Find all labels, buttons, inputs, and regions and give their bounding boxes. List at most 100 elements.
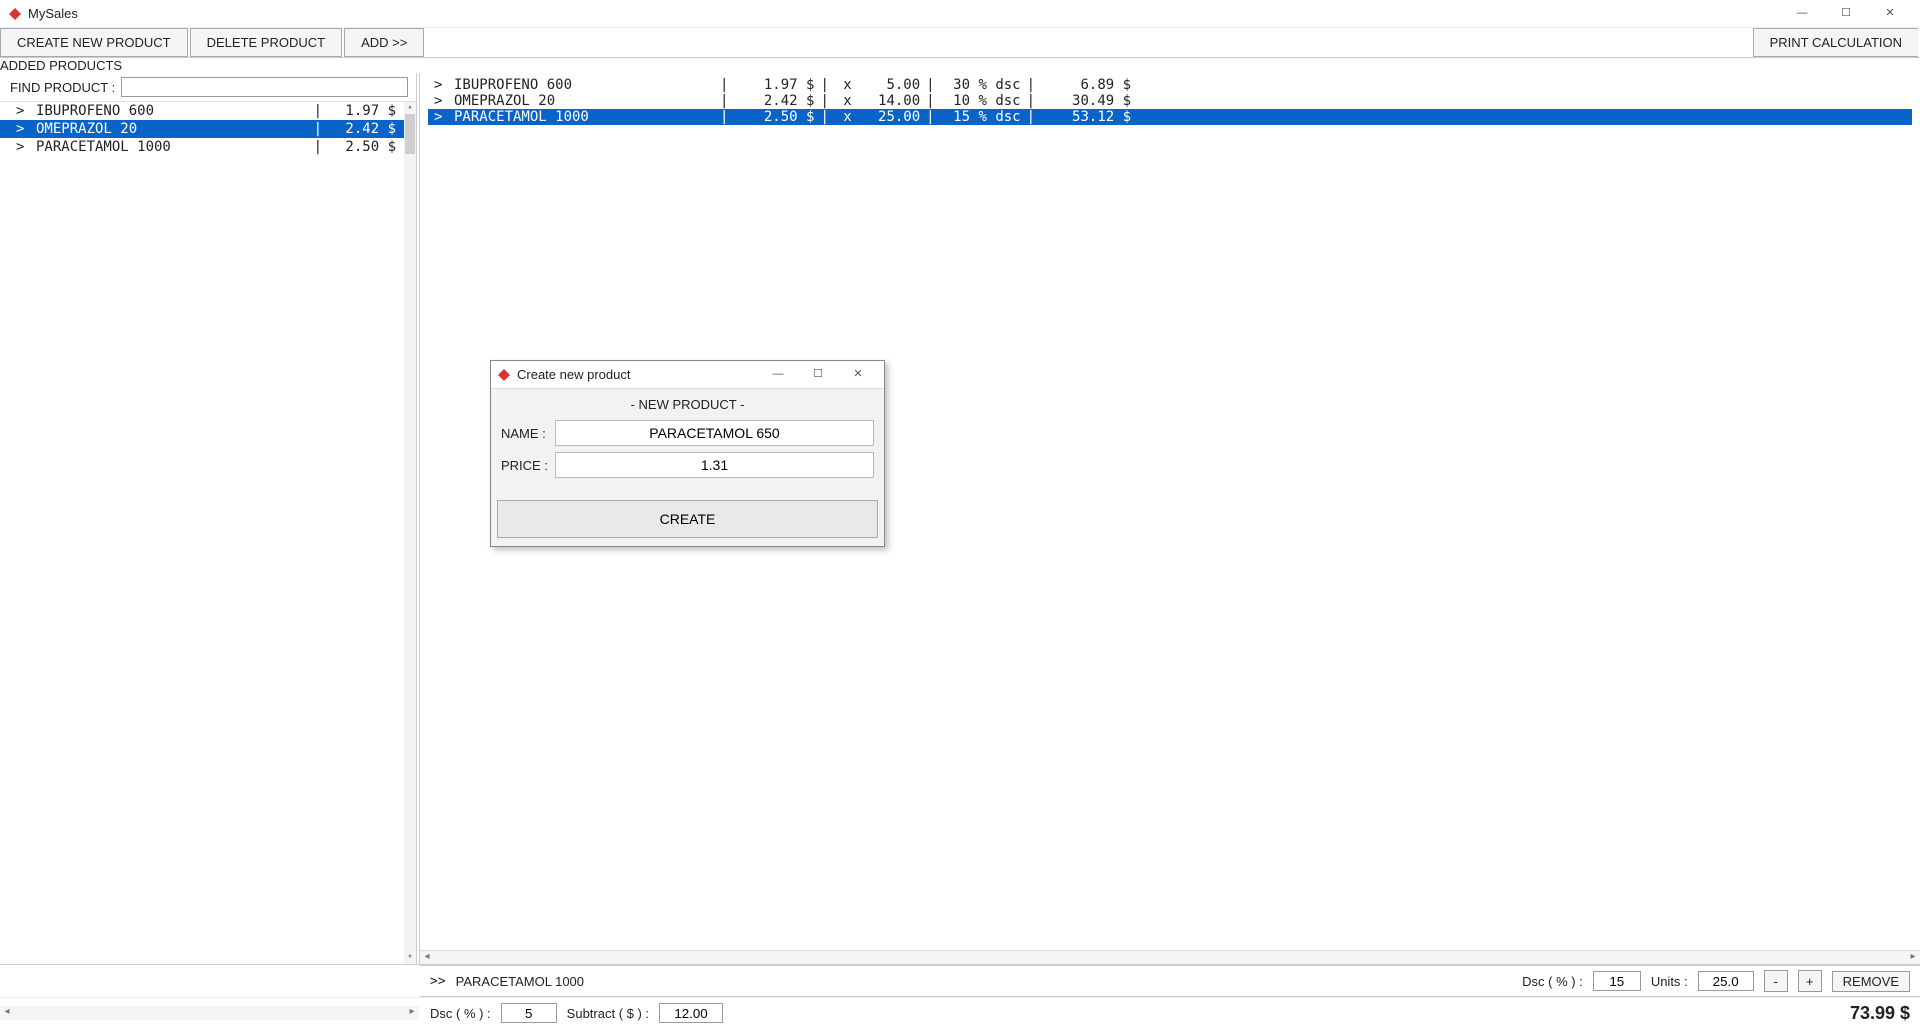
button-label: ADD >> <box>361 35 407 50</box>
print-calculation-button[interactable]: PRINT CALCULATION <box>1753 28 1918 57</box>
window-close-button[interactable]: ✕ <box>1868 0 1912 28</box>
dialog-maximize-button[interactable]: ☐ <box>798 361 838 389</box>
separator: | <box>714 93 734 109</box>
maximize-icon: ☐ <box>813 369 823 380</box>
app-icon <box>8 7 22 21</box>
scroll-right-icon: ▸ <box>1906 951 1920 964</box>
multiply-icon: x <box>835 93 860 109</box>
close-icon: ✕ <box>1885 8 1894 19</box>
row-marker: > <box>434 77 454 93</box>
subtract-input[interactable] <box>659 1003 723 1023</box>
units-increment-button[interactable]: + <box>1798 970 1822 992</box>
button-label: PRINT CALCULATION <box>1770 35 1902 50</box>
added-products-hscroll[interactable]: ◂ ▸ <box>420 950 1920 964</box>
dialog-titlebar: Create new product — ☐ ✕ <box>491 361 884 389</box>
button-label: REMOVE <box>1843 974 1899 989</box>
product-price: 1.97 $ <box>326 103 396 119</box>
button-label: DELETE PRODUCT <box>207 35 325 50</box>
add-product-button[interactable]: ADD >> <box>344 28 424 57</box>
app-icon <box>497 368 511 382</box>
scroll-up-icon: ▴ <box>404 102 416 114</box>
added-price: 1.97 $ <box>734 77 814 93</box>
scroll-left-icon: ◂ <box>0 1006 14 1020</box>
product-list[interactable]: >IBUPROFENO 600|1.97 $>OMEPRAZOL 20|2.42… <box>0 101 416 964</box>
new-product-price-input[interactable] <box>555 452 874 478</box>
units-input[interactable] <box>1698 971 1754 991</box>
added-discount: 15 % dsc <box>941 109 1021 125</box>
separator: | <box>310 121 326 137</box>
window-minimize-button[interactable]: — <box>1780 0 1824 28</box>
dialog-title: Create new product <box>517 367 630 382</box>
row-marker: > <box>16 139 36 155</box>
added-discount: 30 % dsc <box>941 77 1021 93</box>
added-total: 6.89 $ <box>1041 77 1131 93</box>
added-price: 2.42 $ <box>734 93 814 109</box>
row-marker: > <box>434 109 454 125</box>
separator: | <box>920 77 940 93</box>
added-row[interactable]: >OMEPRAZOL 20|2.42 $| x 14.00|10 % dsc|3… <box>428 93 1912 109</box>
grand-total: 73.99 $ <box>1850 1003 1910 1024</box>
plus-icon: + <box>1806 974 1814 989</box>
separator: | <box>714 77 734 93</box>
product-row[interactable]: >OMEPRAZOL 20|2.42 $ <box>0 120 404 138</box>
added-qty: 5.00 <box>860 77 920 93</box>
scroll-thumb[interactable] <box>405 114 415 154</box>
added-name: PARACETAMOL 1000 <box>454 109 714 125</box>
selected-product-bar: >> PARACETAMOL 1000 Dsc ( % ) : Units : … <box>420 965 1920 997</box>
added-row[interactable]: >PARACETAMOL 1000|2.50 $| x 25.00|15 % d… <box>428 109 1912 125</box>
window-maximize-button[interactable]: ☐ <box>1824 0 1868 28</box>
product-row[interactable]: >PARACETAMOL 1000|2.50 $ <box>0 138 404 156</box>
added-price: 2.50 $ <box>734 109 814 125</box>
added-row[interactable]: >IBUPROFENO 600|1.97 $| x 5.00|30 % dsc|… <box>428 77 1912 93</box>
product-search-pane: FIND PRODUCT : >IBUPROFENO 600|1.97 $>OM… <box>0 73 420 964</box>
product-price: 2.42 $ <box>326 121 396 137</box>
separator: | <box>1021 109 1041 125</box>
minus-icon: - <box>1773 974 1777 989</box>
button-label: CREATE <box>660 511 716 527</box>
row-marker: > <box>16 121 36 137</box>
added-qty: 14.00 <box>860 93 920 109</box>
new-product-name-label: NAME : <box>501 426 555 441</box>
new-product-name-input[interactable] <box>555 420 874 446</box>
units-decrement-button[interactable]: - <box>1764 970 1788 992</box>
totals-bar: Dsc ( % ) : Subtract ( $ ) : 73.99 $ <box>420 998 1920 1028</box>
product-list-hscroll[interactable]: ◂ ▸ <box>0 1006 419 1020</box>
button-label: CREATE NEW PRODUCT <box>17 35 171 50</box>
separator: | <box>814 93 834 109</box>
added-discount: 10 % dsc <box>941 93 1021 109</box>
total-discount-input[interactable] <box>501 1003 557 1023</box>
selected-marker: >> <box>430 974 446 989</box>
find-product-input[interactable] <box>121 77 408 97</box>
main-toolbar: CREATE NEW PRODUCT DELETE PRODUCT ADD >>… <box>0 28 1920 58</box>
row-marker: > <box>434 93 454 109</box>
multiply-icon: x <box>835 77 860 93</box>
dialog-minimize-button[interactable]: — <box>758 361 798 389</box>
row-marker: > <box>16 103 36 119</box>
delete-product-button[interactable]: DELETE PRODUCT <box>190 28 342 57</box>
create-product-button[interactable]: CREATE NEW PRODUCT <box>0 28 188 57</box>
added-name: OMEPRAZOL 20 <box>454 93 714 109</box>
separator: | <box>920 109 940 125</box>
maximize-icon: ☐ <box>1841 8 1851 19</box>
separator: | <box>714 109 734 125</box>
dialog-close-button[interactable]: ✕ <box>838 361 878 389</box>
separator: | <box>1021 93 1041 109</box>
close-icon: ✕ <box>853 369 862 380</box>
subtract-label: Subtract ( $ ) : <box>567 1006 649 1021</box>
separator: | <box>310 139 326 155</box>
line-discount-input[interactable] <box>1593 971 1641 991</box>
create-product-dialog: Create new product — ☐ ✕ - NEW PRODUCT -… <box>490 360 885 547</box>
separator: | <box>814 109 834 125</box>
added-qty: 25.00 <box>860 109 920 125</box>
new-product-price-label: PRICE : <box>501 458 555 473</box>
dialog-create-button[interactable]: CREATE <box>497 500 878 538</box>
separator: | <box>814 77 834 93</box>
window-titlebar: MySales — ☐ ✕ <box>0 0 1920 28</box>
total-discount-label: Dsc ( % ) : <box>430 1006 491 1021</box>
product-row[interactable]: >IBUPROFENO 600|1.97 $ <box>0 102 404 120</box>
remove-line-button[interactable]: REMOVE <box>1832 971 1910 992</box>
scroll-left-icon: ◂ <box>420 951 434 964</box>
product-list-scrollbar[interactable]: ▴ ▾ <box>404 102 416 964</box>
added-products-heading: ADDED PRODUCTS <box>0 58 1920 73</box>
multiply-icon: x <box>835 109 860 125</box>
